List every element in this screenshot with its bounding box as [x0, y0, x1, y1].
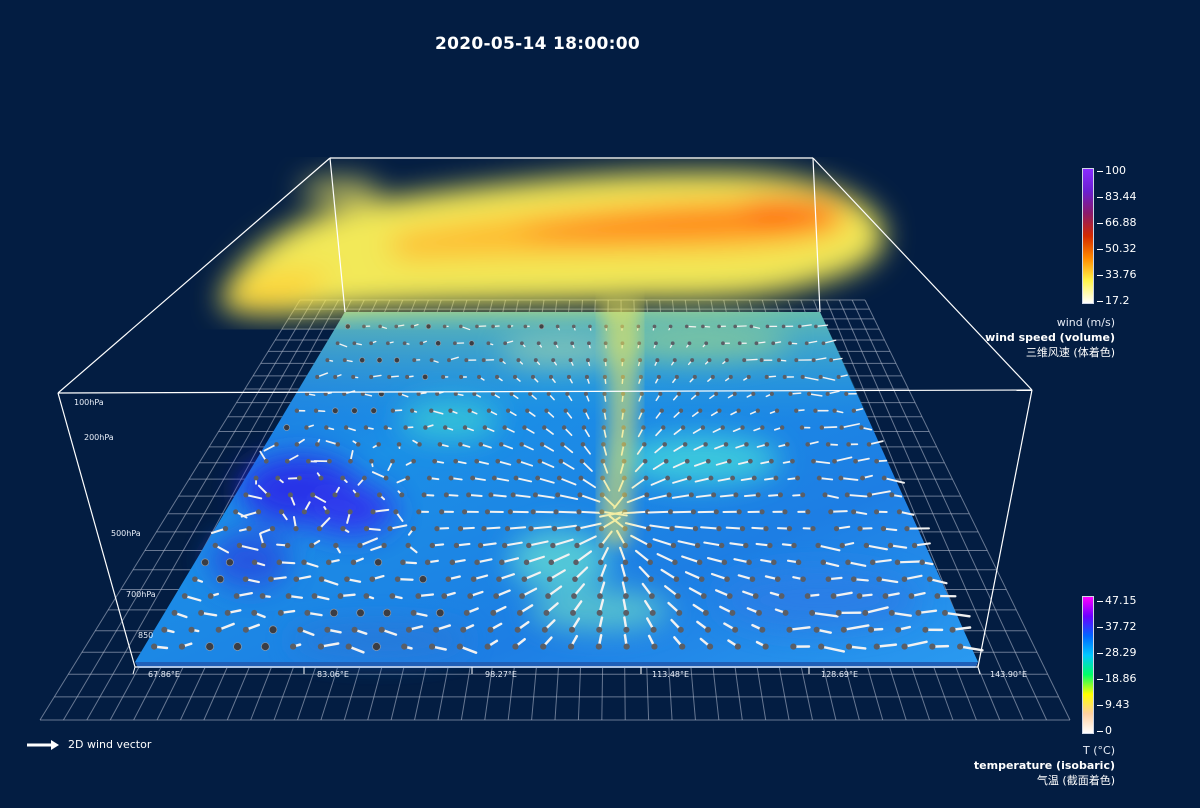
- longitude-label-1: 67.86°E: [148, 670, 180, 679]
- wind-arrow: [370, 407, 377, 414]
- wind-arrow: [201, 558, 209, 567]
- temp-tick: 18.86: [1097, 672, 1137, 685]
- pressure-label-100: 100hPa: [74, 398, 104, 407]
- temperature-colorbar: [1082, 596, 1094, 734]
- temp-legend-name: temperature (isobaric): [973, 759, 1115, 772]
- pressure-label-200: 200hPa: [84, 433, 114, 442]
- wind-legend-unit: wind (m/s): [1056, 316, 1115, 329]
- wind-arrow: [436, 608, 445, 617]
- wind-arrow: [205, 642, 214, 651]
- 3d-visualization-canvas[interactable]: [0, 0, 1200, 808]
- wind-speed-volume: [220, 171, 885, 316]
- wind-arrow: [359, 357, 366, 364]
- wind-legend-name-cn: 三维风速 (体着色): [1025, 346, 1115, 359]
- pressure-label-700: 700hPa: [126, 590, 156, 599]
- wind-arrow: [372, 642, 381, 651]
- wind-speed-colorbar: [1082, 168, 1094, 304]
- longitude-label-4: 113.48°E: [652, 670, 690, 679]
- wind-arrow: [233, 642, 242, 651]
- temp-legend-name-cn: 气温 (截面着色): [1036, 774, 1115, 787]
- wind-arrow: [345, 323, 351, 330]
- temp-tick: 0: [1097, 724, 1112, 737]
- wind-tick: 83.44: [1097, 190, 1137, 203]
- wind-tick: 17.2: [1097, 294, 1130, 307]
- wind-tick: 50.32: [1097, 242, 1137, 255]
- wind-arrow: [425, 323, 432, 330]
- longitude-label-5: 128.69°E: [821, 670, 859, 679]
- longitude-label-6: 143.90°E: [990, 670, 1028, 679]
- pressure-label-500: 500hPa: [111, 529, 141, 538]
- wind-arrow: [283, 424, 290, 431]
- wind-arrow: [422, 373, 429, 380]
- wind-arrow: [538, 323, 545, 330]
- wind-tick: 100: [1097, 164, 1126, 177]
- wind-arrow: [225, 558, 234, 567]
- wind-arrow: [419, 575, 427, 584]
- temp-tick: 28.29: [1097, 646, 1137, 659]
- wind-legend-name: wind speed (volume): [985, 331, 1115, 344]
- wind-arrow: [382, 608, 392, 617]
- wind-arrow: [356, 608, 365, 617]
- wind-tick: 33.76: [1097, 268, 1137, 281]
- temp-legend-unit: T (°C): [1083, 744, 1115, 757]
- arrow-right-icon: [27, 739, 59, 750]
- vector-legend-label: 2D wind vector: [68, 738, 152, 751]
- wind-arrow: [376, 357, 383, 364]
- wind-tick: 66.88: [1097, 216, 1137, 229]
- longitude-label-3: 98.27°E: [485, 670, 517, 679]
- wind-arrow: [332, 407, 339, 414]
- wind-arrow: [435, 340, 441, 347]
- wind-arrow: [268, 625, 278, 634]
- wind-arrow: [329, 608, 339, 617]
- wind-arrow: [374, 558, 383, 567]
- longitude-label-2: 83.06°E: [317, 670, 349, 679]
- wind-arrow: [261, 642, 270, 651]
- temp-tick: 37.72: [1097, 620, 1137, 633]
- wind-arrow: [468, 340, 475, 347]
- vector-legend: 2D wind vector: [26, 738, 151, 751]
- timestamp-title: 2020-05-14 18:00:00: [435, 34, 640, 54]
- temp-tick: 9.43: [1097, 698, 1130, 711]
- temp-tick: 47.15: [1097, 594, 1137, 607]
- wind-arrow: [393, 357, 400, 364]
- wind-arrow: [351, 407, 358, 414]
- pressure-label-850: 850: [138, 631, 154, 640]
- wind-arrow: [216, 575, 225, 584]
